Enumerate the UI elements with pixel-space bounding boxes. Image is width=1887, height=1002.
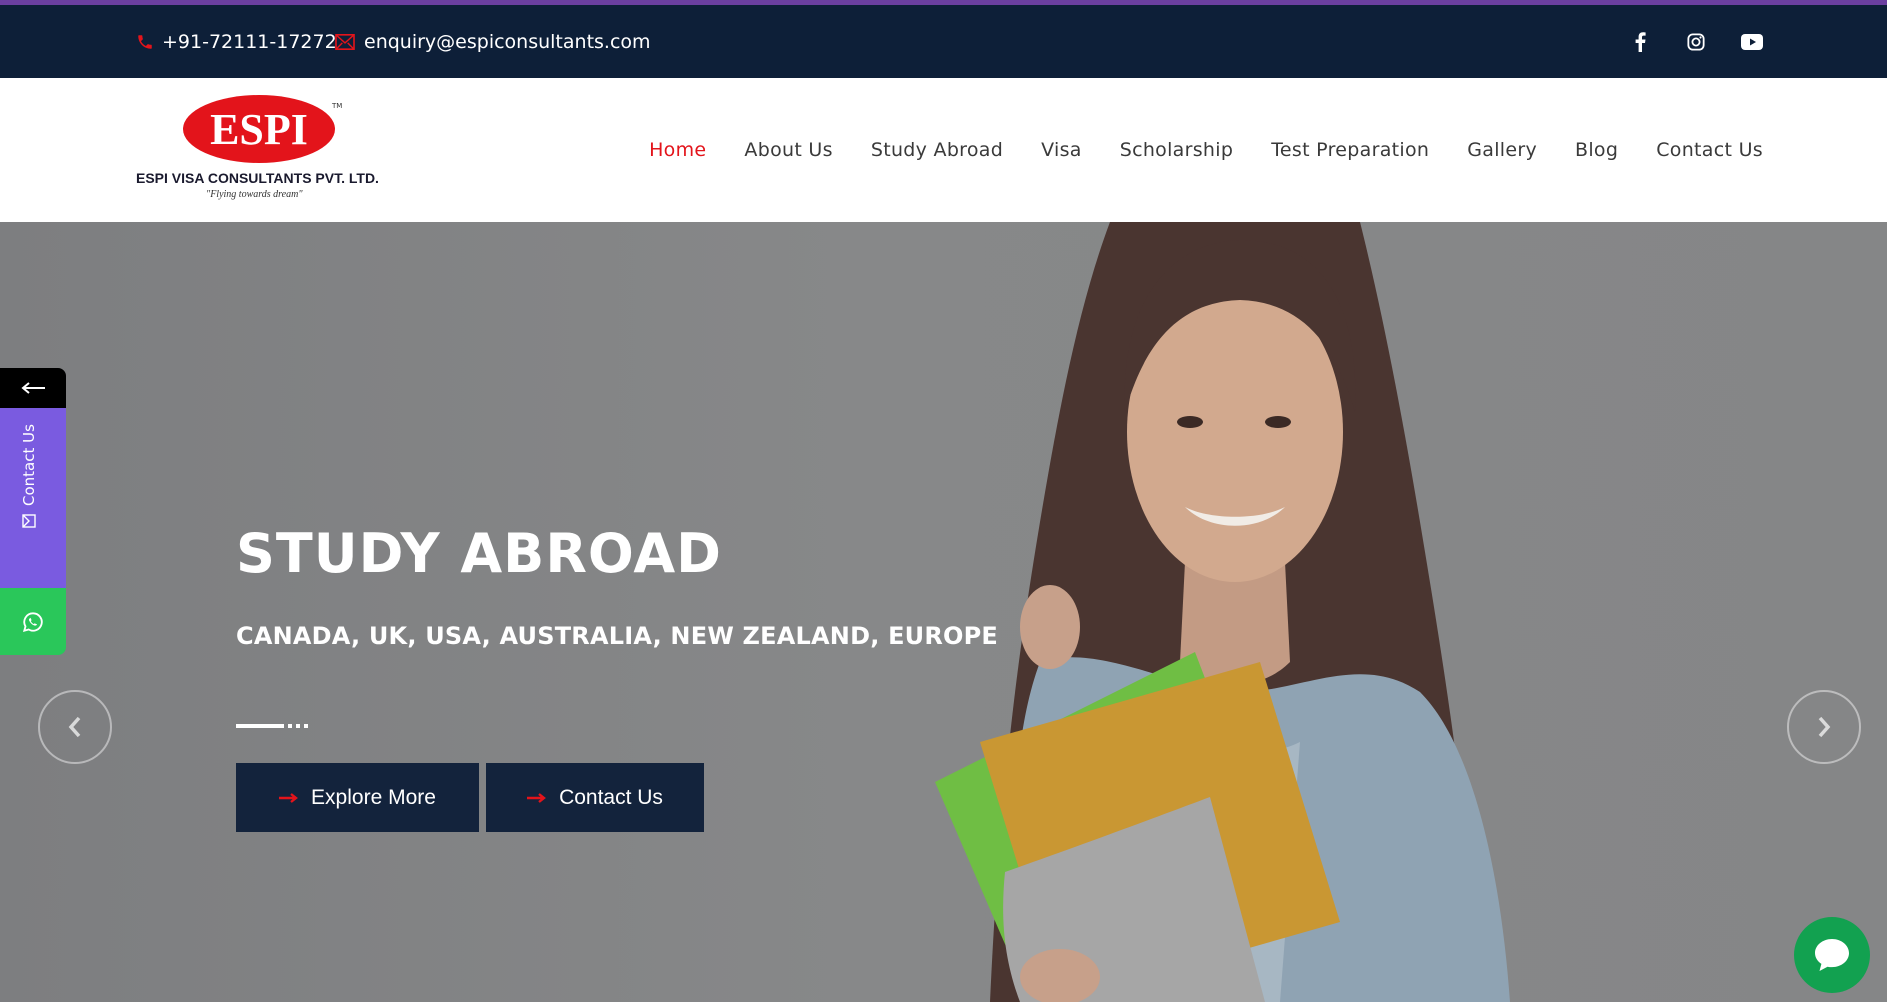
live-chat-button[interactable] (1794, 917, 1870, 993)
carousel-next-button[interactable] (1787, 690, 1861, 764)
logo-mark: ESPI (210, 105, 308, 154)
nav-item-visa[interactable]: Visa (1041, 139, 1082, 161)
contact-us-label: Contact Us (559, 785, 663, 809)
email-link[interactable]: enquiry@espiconsultants.com (334, 5, 651, 78)
phone-number: +91-72111-17272 (162, 30, 337, 53)
chevron-left-icon (68, 716, 81, 738)
hero-title: STUDY ABROAD (236, 522, 722, 585)
chevron-right-icon (1818, 716, 1831, 738)
chat-bubble-icon (1815, 939, 1849, 971)
facebook-icon[interactable] (1627, 29, 1653, 55)
brand-logo[interactable]: ESPI TM ESPI VISA CONSULTANTS PVT. LTD. … (134, 94, 394, 204)
company-tagline: "Flying towards dream" (206, 189, 303, 200)
youtube-icon[interactable] (1739, 29, 1765, 55)
nav-item-home[interactable]: Home (649, 139, 706, 161)
nav-item-about-us[interactable]: About Us (744, 139, 832, 161)
logo-oval: ESPI (183, 95, 335, 163)
nav-item-test-preparation[interactable]: Test Preparation (1271, 139, 1429, 161)
email-address: enquiry@espiconsultants.com (364, 30, 651, 53)
hero-divider (236, 724, 308, 728)
explore-more-label: Explore More (311, 785, 436, 809)
instagram-icon[interactable] (1683, 29, 1709, 55)
top-contact-bar: +91-72111-17272 enquiry@espiconsultants.… (0, 5, 1887, 78)
nav-item-scholarship[interactable]: Scholarship (1120, 139, 1234, 161)
carousel-prev-button[interactable] (38, 690, 112, 764)
side-widget-toggle[interactable] (0, 368, 66, 408)
nav-menu: Home About Us Study Abroad Visa Scholars… (649, 78, 1763, 222)
nav-item-gallery[interactable]: Gallery (1467, 139, 1537, 161)
nav-item-blog[interactable]: Blog (1575, 139, 1618, 161)
nav-item-contact-us[interactable]: Contact Us (1656, 139, 1763, 161)
contact-us-button[interactable]: Contact Us (486, 763, 704, 832)
side-contact-tab[interactable]: Contact Us (0, 408, 66, 588)
hero-slider: STUDY ABROAD CANADA, UK, USA, AUSTRALIA,… (0, 222, 1887, 1002)
arrow-right-icon (527, 792, 546, 803)
main-navbar: ESPI TM ESPI VISA CONSULTANTS PVT. LTD. … (0, 78, 1887, 222)
company-name: ESPI VISA CONSULTANTS PVT. LTD. (136, 170, 379, 186)
hero-student-image (935, 222, 1510, 1002)
explore-more-button[interactable]: Explore More (236, 763, 479, 832)
arrow-right-icon (279, 792, 298, 803)
whatsapp-icon (22, 611, 43, 632)
phone-link[interactable]: +91-72111-17272 (136, 5, 337, 78)
whatsapp-button[interactable] (0, 588, 66, 655)
logo-trademark: TM (332, 102, 343, 110)
phone-icon (138, 34, 152, 49)
envelope-icon (22, 514, 36, 528)
arrow-left-icon (21, 382, 45, 394)
social-links (1627, 5, 1765, 78)
envelope-icon (335, 33, 355, 50)
side-contact-label: Contact Us (20, 424, 38, 506)
nav-item-study-abroad[interactable]: Study Abroad (871, 139, 1003, 161)
hero-subtitle: CANADA, UK, USA, AUSTRALIA, NEW ZEALAND,… (236, 622, 999, 650)
